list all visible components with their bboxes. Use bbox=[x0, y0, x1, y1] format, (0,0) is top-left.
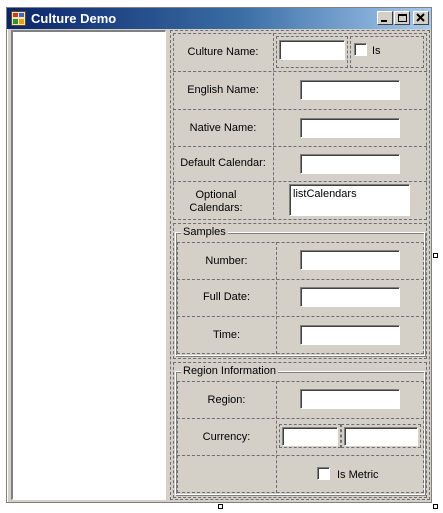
window-title: Culture Demo bbox=[31, 11, 117, 26]
close-icon bbox=[416, 13, 425, 22]
is-label: Is bbox=[372, 45, 381, 57]
culture-name-input[interactable] bbox=[279, 40, 345, 60]
divider bbox=[273, 33, 274, 220]
optional-calendars-label-line2: Calendars: bbox=[189, 202, 243, 214]
number-label: Number: bbox=[205, 255, 248, 267]
currency-name-input[interactable] bbox=[344, 427, 418, 446]
divider bbox=[177, 279, 424, 280]
native-name-input[interactable] bbox=[300, 118, 400, 138]
english-name-label: English Name: bbox=[187, 84, 259, 96]
resize-handle-bottom[interactable] bbox=[218, 504, 223, 509]
minimize-icon bbox=[381, 20, 387, 22]
time-label: Time: bbox=[212, 329, 241, 341]
divider bbox=[173, 71, 427, 72]
region-group-title: Region Information bbox=[181, 365, 278, 378]
currency-symbol-input[interactable] bbox=[282, 427, 338, 446]
native-name-label: Native Name: bbox=[189, 122, 257, 134]
english-name-input[interactable] bbox=[300, 80, 400, 100]
resize-handle-corner[interactable] bbox=[433, 504, 438, 509]
optional-calendars-label-line1: Optional bbox=[195, 189, 237, 201]
currency-label: Currency: bbox=[202, 431, 251, 443]
time-input[interactable] bbox=[300, 325, 400, 345]
list-calendars-listbox[interactable]: listCalendars bbox=[289, 184, 410, 216]
resize-handle-right[interactable] bbox=[433, 253, 438, 258]
list-calendars-text: listCalendars bbox=[293, 188, 357, 200]
culture-name-label: Culture Name: bbox=[187, 46, 259, 58]
divider bbox=[173, 109, 427, 110]
optional-calendars-label: Optional Calendars: bbox=[175, 189, 257, 215]
divider bbox=[177, 316, 424, 317]
samples-group-title: Samples bbox=[181, 226, 228, 239]
maximize-icon bbox=[398, 14, 407, 22]
divider bbox=[177, 418, 424, 419]
number-input[interactable] bbox=[300, 250, 400, 270]
default-calendar-label: Default Calendar: bbox=[180, 157, 266, 169]
culture-listbox[interactable] bbox=[11, 30, 166, 500]
maximize-button[interactable] bbox=[394, 11, 410, 25]
divider bbox=[173, 181, 427, 182]
is-metric-checkbox[interactable] bbox=[317, 467, 330, 480]
app-icon[interactable] bbox=[11, 11, 26, 26]
default-calendar-input[interactable] bbox=[300, 154, 400, 174]
close-button[interactable] bbox=[413, 11, 429, 25]
divider bbox=[276, 242, 277, 354]
divider bbox=[276, 381, 277, 493]
region-label: Region: bbox=[207, 394, 246, 406]
full-date-label: Full Date: bbox=[202, 291, 251, 303]
is-checkbox[interactable] bbox=[354, 43, 367, 56]
divider bbox=[177, 455, 424, 456]
region-input[interactable] bbox=[300, 389, 400, 409]
is-metric-label: Is Metric bbox=[337, 469, 379, 481]
divider bbox=[173, 146, 427, 147]
minimize-button[interactable] bbox=[377, 11, 393, 25]
full-date-input[interactable] bbox=[300, 287, 400, 307]
